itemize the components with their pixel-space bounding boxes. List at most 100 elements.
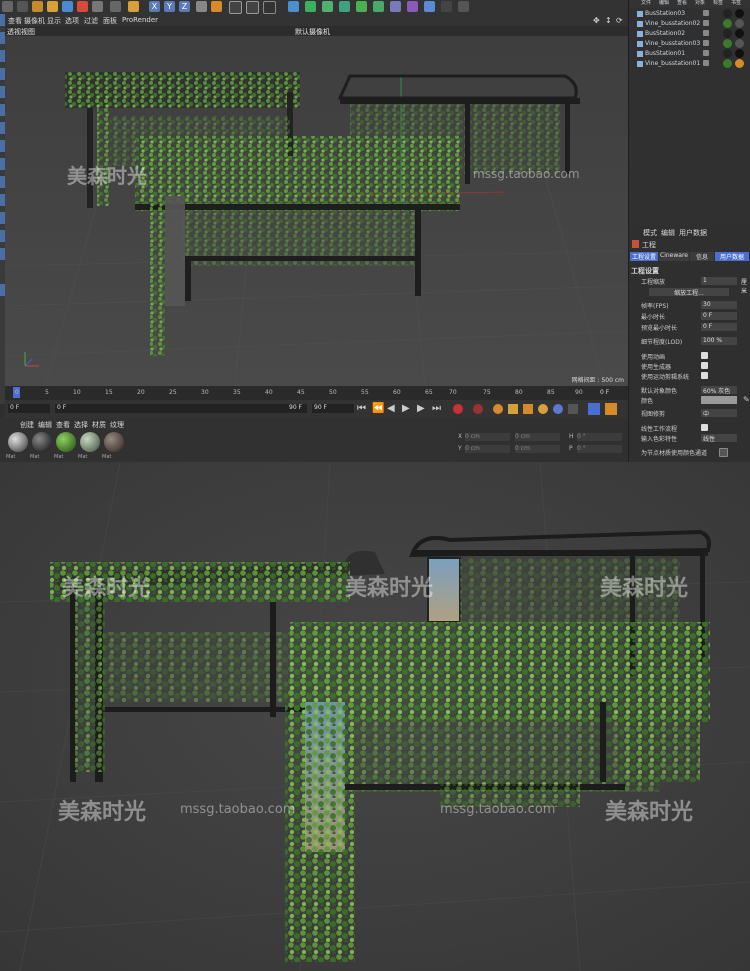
perspective-viewport[interactable]: 网格间距 : 500 cm 美森时光 mssg.taobao.com — [5, 36, 628, 386]
om-menu-edit[interactable]: 编辑 — [659, 0, 669, 6]
environment-icon[interactable] — [424, 1, 435, 12]
project-scale-field[interactable]: 1 — [701, 277, 737, 285]
am-menu-edit[interactable]: 编辑 — [661, 228, 675, 238]
material-swatch[interactable] — [8, 432, 28, 452]
material-swatch[interactable] — [80, 432, 100, 452]
mat-menu-select[interactable]: 选择 — [74, 420, 88, 430]
field-icon[interactable] — [373, 1, 384, 12]
deformer-icon[interactable] — [356, 1, 367, 12]
material-tag-icon[interactable] — [735, 49, 744, 58]
size-y-field[interactable]: 0 cm — [515, 445, 560, 453]
rotate-view-icon[interactable]: ⟳ — [616, 16, 623, 25]
rotate-icon[interactable] — [77, 1, 88, 12]
record-icon[interactable] — [453, 404, 463, 414]
redo-icon[interactable] — [17, 1, 28, 12]
material-swatch[interactable] — [32, 432, 52, 452]
menu-filter[interactable]: 过滤 — [84, 16, 98, 26]
rotation-p-field[interactable]: 0 ° — [577, 445, 622, 453]
goto-start-icon[interactable]: ⏮ — [357, 403, 366, 414]
material-tag-icon[interactable] — [723, 29, 732, 38]
material-swatch[interactable] — [56, 432, 76, 452]
material-tag-icon[interactable] — [723, 9, 732, 18]
model-mode-icon[interactable] — [110, 1, 121, 12]
tab-project-settings[interactable]: 工程设置 — [630, 252, 658, 261]
fps-field[interactable]: 30 — [701, 301, 737, 309]
axis-mode-icon[interactable] — [128, 1, 139, 12]
input-color-profile-dropdown[interactable]: 线性 — [701, 434, 737, 443]
use-animation-checkbox[interactable] — [701, 352, 708, 359]
visibility-toggle[interactable] — [703, 30, 709, 36]
material-tag-icon[interactable] — [735, 39, 744, 48]
mograph-icon[interactable] — [441, 1, 452, 12]
mat-menu-create[interactable]: 创建 — [20, 420, 34, 430]
menu-options[interactable]: 选项 — [65, 16, 79, 26]
vertex-color-checkbox[interactable] — [719, 448, 728, 457]
visibility-toggle[interactable] — [703, 10, 709, 16]
keyframe-selection-icon[interactable] — [493, 404, 503, 414]
mat-menu-view[interactable]: 查看 — [56, 420, 70, 430]
am-menu-mode[interactable]: 模式 — [643, 228, 657, 238]
object-row[interactable]: BusStation01 — [631, 49, 749, 59]
coordinate-system-icon[interactable] — [196, 1, 207, 12]
use-generators-checkbox[interactable] — [701, 362, 708, 369]
array-icon[interactable] — [339, 1, 350, 12]
live-select-icon[interactable] — [32, 1, 43, 12]
undo-icon[interactable] — [2, 1, 13, 12]
object-row[interactable]: BusStation03 — [631, 9, 749, 19]
material-tag-icon[interactable] — [735, 19, 744, 28]
am-menu-userdata[interactable]: 用户数据 — [679, 228, 707, 238]
play-icon[interactable]: ▶ — [402, 403, 410, 414]
material-tag-icon[interactable] — [723, 59, 732, 68]
om-menu-objects[interactable]: 对象 — [695, 0, 705, 6]
move-view-icon[interactable]: ✥ — [593, 16, 600, 25]
rotation-key-icon[interactable] — [538, 404, 548, 414]
material-tag-icon[interactable] — [735, 29, 744, 38]
linear-workflow-checkbox[interactable] — [701, 424, 708, 431]
material-tag-icon[interactable] — [723, 49, 732, 58]
render-region-icon[interactable] — [229, 1, 242, 14]
material-swatch[interactable] — [104, 432, 124, 452]
x-axis-lock-icon[interactable]: X — [149, 1, 160, 12]
rotation-h-field[interactable]: 0 ° — [577, 433, 622, 441]
menu-panel[interactable]: 面板 — [103, 16, 117, 26]
menu-view[interactable]: 查看 — [8, 16, 22, 26]
render-view-icon[interactable] — [211, 1, 222, 12]
menu-cameras[interactable]: 摄像机 — [24, 16, 45, 26]
cube-icon[interactable] — [288, 1, 299, 12]
visibility-toggle[interactable] — [703, 40, 709, 46]
position-y-field[interactable]: 0 cm — [465, 445, 510, 453]
om-menu-bookmarks[interactable]: 书签 — [731, 0, 741, 6]
recent-tools-icon[interactable] — [92, 1, 103, 12]
fcurve-icon[interactable] — [605, 403, 617, 415]
scale-key-icon[interactable] — [523, 404, 533, 414]
prev-key-icon[interactable]: ⏪ — [372, 403, 384, 414]
timeline-window-icon[interactable] — [588, 403, 600, 415]
min-time-field[interactable]: 0 F — [701, 312, 737, 320]
menu-display[interactable]: 显示 — [47, 16, 61, 26]
om-menu-tags[interactable]: 标签 — [713, 0, 723, 6]
start-frame-field[interactable]: 0 F — [55, 404, 307, 413]
scene-icon[interactable] — [390, 1, 401, 12]
goto-end-icon[interactable]: ⏭ — [432, 403, 441, 414]
z-axis-lock-icon[interactable]: Z — [179, 1, 190, 12]
scale-project-button[interactable]: 缩放工程... — [649, 288, 729, 297]
size-x-field[interactable]: 0 cm — [515, 433, 560, 441]
object-row[interactable]: Vine_busstation01 — [631, 59, 749, 69]
tab-user-data[interactable]: 用户数据 — [715, 252, 749, 261]
parameter-key-icon[interactable] — [553, 404, 563, 414]
object-row[interactable]: BusStation02 — [631, 29, 749, 39]
scale-icon[interactable] — [62, 1, 73, 12]
tab-cineware[interactable]: Cineware — [659, 252, 689, 261]
color-swatch[interactable] — [701, 396, 737, 404]
mat-menu-material[interactable]: 材质 — [92, 420, 106, 430]
current-frame-field[interactable]: 0 F — [8, 404, 50, 413]
material-tag-icon[interactable] — [735, 59, 744, 68]
light-icon[interactable] — [458, 1, 469, 12]
view-clipping-dropdown[interactable]: 中 — [701, 409, 737, 418]
next-frame-icon[interactable]: ▶ — [417, 403, 425, 414]
prev-frame-icon[interactable]: ◀ — [387, 403, 395, 414]
material-tag-icon[interactable] — [723, 19, 732, 28]
material-tag-icon[interactable] — [735, 9, 744, 18]
lod-field[interactable]: 100 % — [701, 337, 737, 345]
subdivision-icon[interactable] — [322, 1, 333, 12]
